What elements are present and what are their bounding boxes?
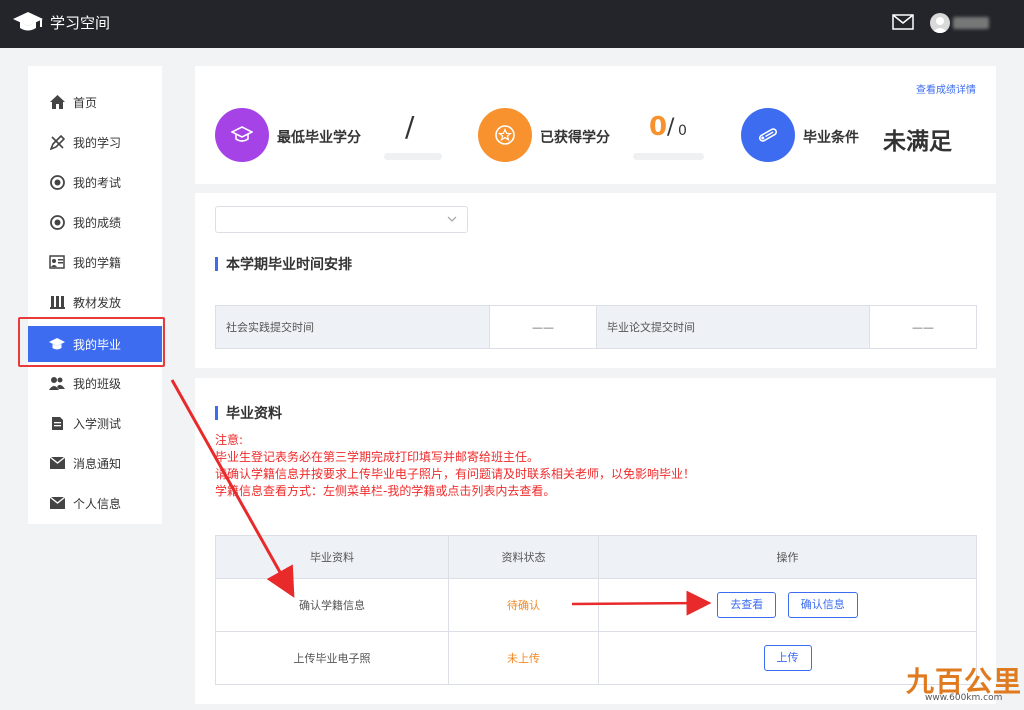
graduation-cap-icon [231,126,253,142]
notice-line: 毕业生登记表务必在第三学期完成打印填写并邮寄给班主任。 [215,450,540,464]
logo[interactable]: 学习空间 [12,10,110,34]
sidebar-item-label: 我的成绩 [73,215,122,230]
graduation-condition-badge [741,108,795,162]
sidebar-item-label: 入学测试 [73,416,122,431]
table-header-row: 毕业资料 资料状态 操作 [215,535,977,579]
schedule-table: 社会实践提交时间 —— 毕业论文提交时间 —— [215,305,977,349]
watermark-url: www.600km.com [925,693,1003,703]
sidebar-item-personal-info[interactable]: 个人信息 [28,485,162,521]
title-accent-bar [215,406,218,420]
confirm-info-button[interactable]: 确认信息 [787,592,858,618]
min-credits-badge [215,108,269,162]
sidebar-item-label: 我的学习 [73,135,122,150]
min-credits-label: 最低毕业学分 [277,130,361,146]
sidebar: 首页 我的学习 我的考试 我的成绩 我的学籍 教材发放 我的毕业 我的班级 入学… [28,66,162,524]
min-credits-bar [384,153,442,160]
user-icon [932,17,948,33]
graduation-condition-label: 毕业条件 [803,130,859,146]
thesis-submit-label: 毕业论文提交时间 [597,306,870,348]
books-icon [49,294,65,310]
sidebar-item-label: 消息通知 [73,456,122,471]
material-status: 待确认 [448,578,599,632]
table-row: 确认学籍信息 待确认 去查看 确认信息 [215,578,977,632]
column-header-status: 资料状态 [448,535,599,579]
view-enrollment-button[interactable]: 去查看 [717,592,777,618]
app-title: 学习空间 [50,13,111,32]
document-icon [49,415,65,431]
chevron-down-icon [447,216,457,222]
notice-line: 学籍信息查看方式：左侧菜单栏-我的学籍或点击列表内去查看。 [215,484,556,498]
table-row: 上传毕业电子照 未上传 上传 [215,631,977,685]
materials-table: 毕业资料 资料状态 操作 确认学籍信息 待确认 去查看 确认信息 上传毕业电子照… [215,535,977,685]
home-icon [49,94,65,110]
material-status: 未上传 [448,631,599,685]
title-accent-bar [215,257,218,271]
envelope-icon [49,495,65,511]
column-header-material: 毕业资料 [215,535,449,579]
sidebar-item-label: 我的班级 [73,376,122,391]
sidebar-item-entrance-test[interactable]: 入学测试 [28,405,162,441]
envelope-icon [49,455,65,471]
material-name: 上传毕业电子照 [215,631,449,685]
notice-line: 注意: [215,433,244,447]
sidebar-item-label: 我的学籍 [73,255,122,270]
material-name: 确认学籍信息 [215,578,449,632]
schedule-section-title: 本学期毕业时间安排 [215,254,352,274]
sidebar-item-my-class[interactable]: 我的班级 [28,365,162,401]
users-icon [49,375,65,391]
graduation-notice: 注意: 毕业生登记表务必在第三学期完成打印填写并邮寄给班主任。 请确认学籍信息并… [215,432,695,500]
thesis-submit-value: —— [912,320,934,334]
credits-summary-panel: 查看成绩详情 最低毕业学分 / 已获得学分 0 / 0 毕业条件 未满足 [195,66,996,184]
graduation-materials-panel: 毕业资料 注意: 毕业生登记表务必在第三学期完成打印填写并邮寄给班主任。 请确认… [195,378,996,704]
sidebar-item-label: 教材发放 [73,295,122,310]
semester-select[interactable] [215,206,468,233]
graduation-cap-logo-icon [13,12,43,31]
pencil-ruler-icon [49,134,65,150]
avatar[interactable] [930,13,950,33]
min-credits-value: / [405,110,415,143]
annotation-highlight-box [18,317,165,367]
earned-credits-value: 0 [649,112,668,142]
sidebar-item-textbooks[interactable]: 教材发放 [28,284,162,320]
medal-icon [49,174,65,190]
sidebar-item-my-enrollment[interactable]: 我的学籍 [28,244,162,280]
graduation-condition-value: 未满足 [883,129,952,155]
sidebar-item-notifications[interactable]: 消息通知 [28,445,162,481]
notice-line: 请确认学籍信息并按要求上传毕业电子照片，有问题请及时联系相关老师，以免影响毕业！ [215,467,696,481]
view-grade-details-link[interactable]: 查看成绩详情 [916,81,976,96]
sidebar-item-label: 我的考试 [73,175,122,190]
sidebar-item-label: 首页 [73,95,98,110]
graduation-schedule-panel: 本学期毕业时间安排 社会实践提交时间 —— 毕业论文提交时间 —— [195,193,996,368]
materials-title-text: 毕业资料 [226,406,282,422]
earned-credits-label: 已获得学分 [540,130,610,146]
sidebar-item-label: 个人信息 [73,496,122,511]
star-badge-icon [495,125,515,145]
practice-submit-value: —— [490,306,597,348]
medal-icon [49,214,65,230]
schedule-title-text: 本学期毕业时间安排 [226,257,352,273]
practice-submit-label: 社会实践提交时间 [216,306,490,348]
column-header-action: 操作 [598,535,977,579]
sidebar-item-home[interactable]: 首页 [28,84,162,120]
materials-section-title: 毕业资料 [215,403,282,423]
earned-credits-total: 0 [678,123,687,139]
sidebar-item-my-study[interactable]: 我的学习 [28,124,162,160]
username-blurred[interactable] [953,17,989,29]
material-actions: 去查看 确认信息 [598,578,977,632]
sidebar-item-my-grades[interactable]: 我的成绩 [28,204,162,240]
diploma-scroll-icon [759,128,777,142]
id-card-icon [49,254,65,270]
earned-credits-badge [478,108,532,162]
mail-icon[interactable] [892,14,914,30]
top-bar: 学习空间 [0,0,1024,48]
sidebar-item-my-exams[interactable]: 我的考试 [28,164,162,200]
earned-credits-separator: / [667,115,675,140]
upload-photo-button[interactable]: 上传 [763,645,812,671]
earned-credits-bar [633,153,704,160]
